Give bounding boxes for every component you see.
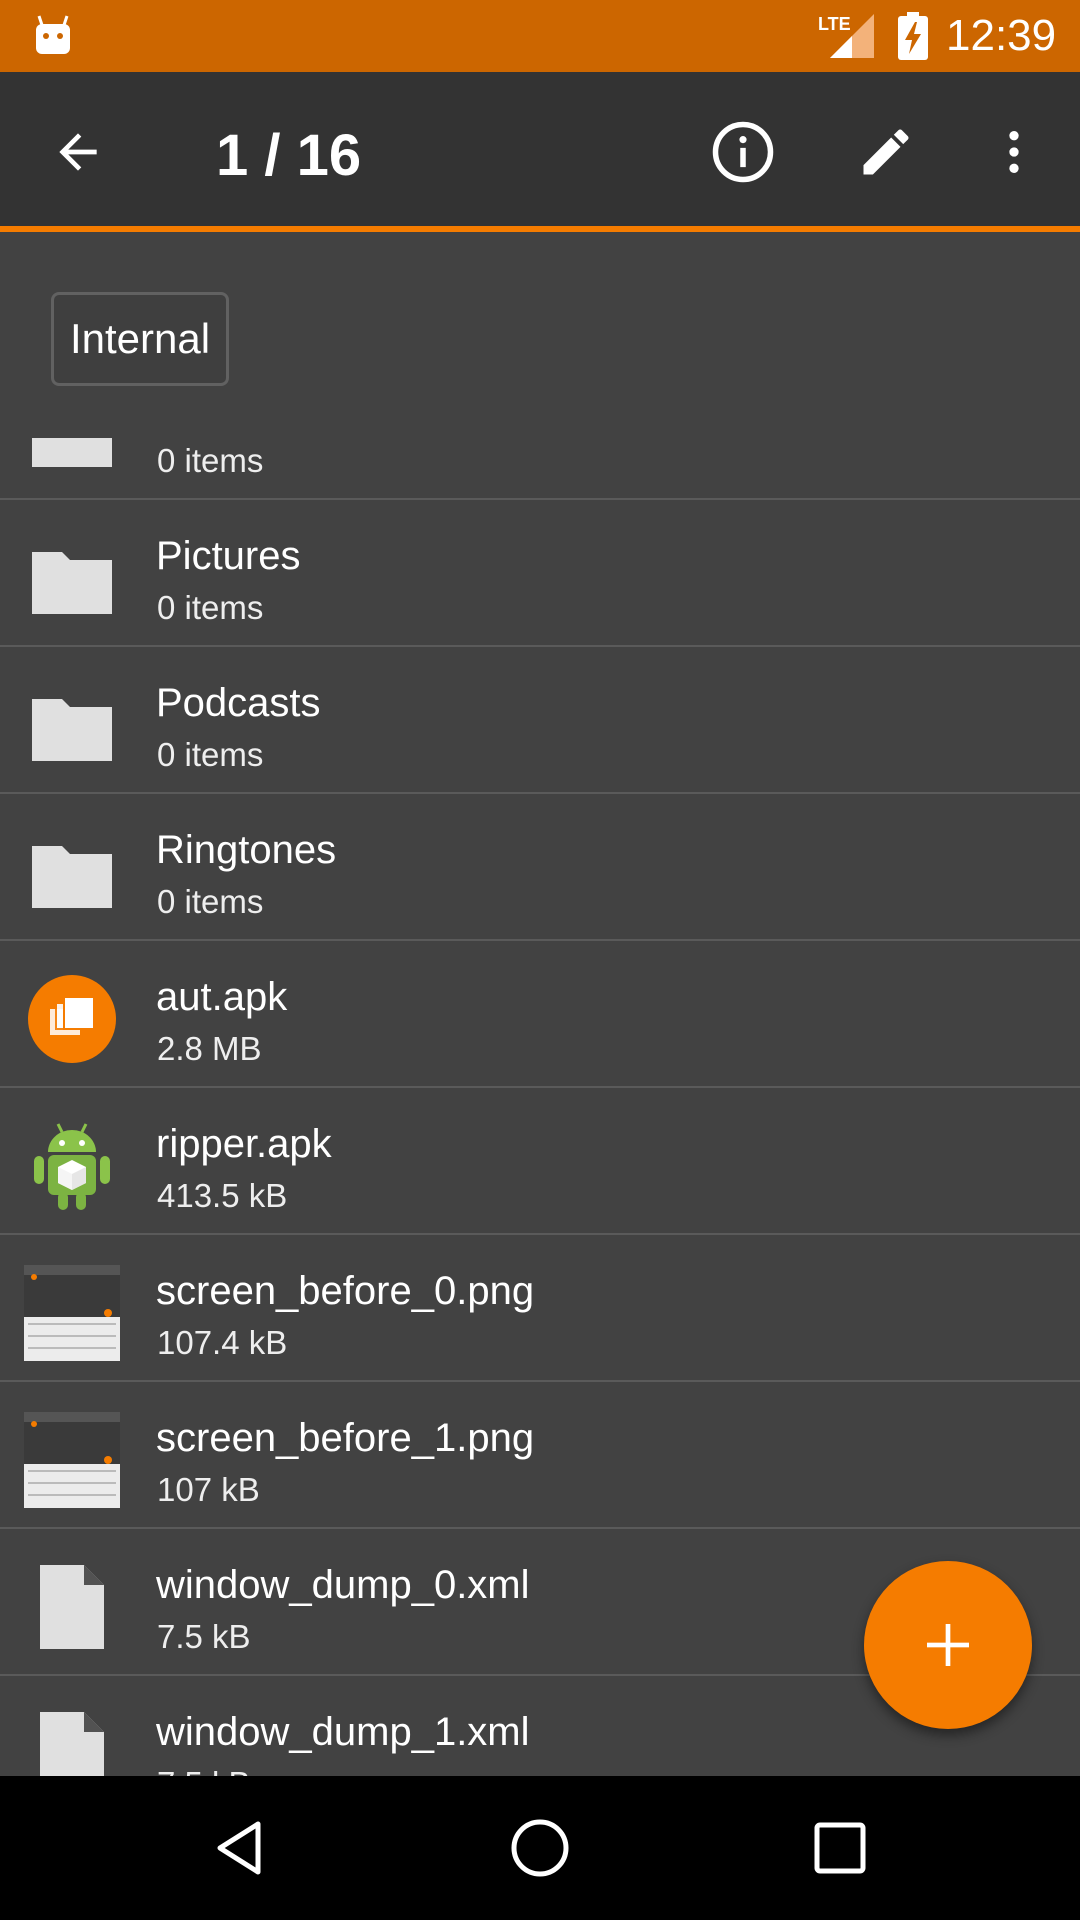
battery-charging-icon	[898, 12, 928, 60]
info-button[interactable]	[703, 112, 783, 192]
file-name: Pictures	[156, 534, 301, 578]
nav-recents-button[interactable]	[792, 1800, 888, 1896]
status-clock: 12:39	[946, 11, 1057, 60]
file-meta: 0 items	[157, 736, 264, 773]
page-title: 1 / 16	[216, 123, 362, 188]
file-meta: 7.5 kB	[157, 1764, 251, 1776]
app-bar: 1 / 16	[0, 72, 1080, 232]
folder-icon	[32, 552, 112, 614]
image-thumbnail-icon	[24, 1412, 120, 1508]
android-robot-icon	[34, 1123, 110, 1210]
more-options-button[interactable]	[974, 112, 1054, 192]
file-meta: 413.5 kB	[157, 1177, 288, 1214]
file-name: screen_before_0.png	[156, 1269, 535, 1313]
edit-pencil-icon	[863, 129, 909, 175]
list-item[interactable]: aut.apk 2.8 MB	[0, 941, 1080, 1088]
list-item[interactable]: screen_before_0.png 107.4 kB	[0, 1235, 1080, 1382]
folder-icon	[32, 699, 112, 761]
network-label: LTE	[818, 14, 851, 34]
system-nav-bar	[0, 1776, 1080, 1920]
folder-icon	[32, 846, 112, 908]
app-orange-icon	[28, 975, 116, 1063]
file-meta: 0 items	[157, 442, 264, 479]
plus-icon	[927, 1624, 969, 1666]
back-arrow-icon	[59, 133, 97, 171]
file-name: screen_before_1.png	[156, 1416, 535, 1460]
lte-signal-icon: LTE	[818, 14, 874, 58]
file-name: window_dump_0.xml	[156, 1563, 530, 1607]
file-name: Podcasts	[156, 681, 321, 725]
list-item[interactable]: Podcasts 0 items	[0, 647, 1080, 794]
add-fab-button[interactable]	[864, 1561, 1032, 1729]
back-button[interactable]	[38, 112, 118, 192]
image-thumbnail-icon	[24, 1265, 120, 1361]
file-name: aut.apk	[156, 975, 288, 1019]
file-meta: 0 items	[157, 883, 264, 920]
android-notification-icon	[36, 15, 70, 54]
list-item[interactable]: Ringtones 0 items	[0, 794, 1080, 941]
list-item[interactable]: Pictures 0 items	[0, 500, 1080, 647]
info-icon	[712, 121, 774, 183]
breadcrumb: Internal	[0, 238, 1080, 438]
nav-home-icon	[511, 1819, 569, 1877]
document-file-icon	[40, 1712, 104, 1776]
list-item[interactable]: screen_before_1.png 107 kB	[0, 1382, 1080, 1529]
nav-back-icon	[217, 1821, 261, 1875]
file-meta: 107 kB	[157, 1471, 260, 1508]
file-meta: 107.4 kB	[157, 1324, 288, 1361]
file-name: window_dump_1.xml	[156, 1710, 530, 1754]
nav-back-button[interactable]	[192, 1800, 288, 1896]
nav-home-button[interactable]	[492, 1800, 588, 1896]
list-item[interactable]: 0 items	[0, 438, 1080, 500]
storage-chip-internal[interactable]: Internal	[51, 292, 229, 386]
nav-recents-icon	[814, 1822, 866, 1874]
status-bar: LTE 12:39	[0, 0, 1080, 72]
list-item[interactable]: ripper.apk 413.5 kB	[0, 1088, 1080, 1235]
document-file-icon	[40, 1565, 104, 1649]
edit-button[interactable]	[846, 112, 926, 192]
folder-icon	[32, 438, 112, 467]
app-bar-accent-line	[0, 226, 1080, 232]
file-meta: 0 items	[157, 589, 264, 626]
file-name: ripper.apk	[156, 1122, 332, 1166]
file-meta: 2.8 MB	[157, 1030, 262, 1067]
more-vert-icon	[1009, 131, 1019, 173]
file-meta: 7.5 kB	[157, 1618, 251, 1655]
file-name: Ringtones	[156, 828, 337, 872]
